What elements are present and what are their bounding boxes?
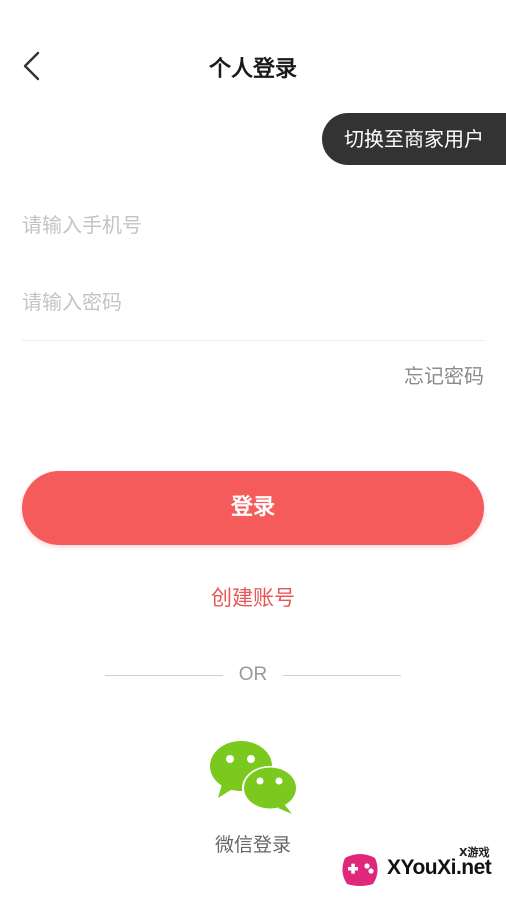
or-line-left xyxy=(105,675,223,676)
field-divider xyxy=(22,340,484,341)
watermark-logo: X游戏 XYouXi.net xyxy=(335,842,500,894)
or-label: OR xyxy=(238,664,268,685)
or-separator: OR xyxy=(0,664,506,688)
gamepad-logo-icon xyxy=(342,854,378,886)
switch-to-merchant-button[interactable]: 切换至商家用户 xyxy=(322,113,506,165)
watermark-brand-text: XYouXi.net xyxy=(387,856,492,879)
create-account-link[interactable]: 创建账号 xyxy=(0,582,506,612)
or-line-right xyxy=(283,675,401,676)
wechat-icon xyxy=(210,741,298,814)
header: 个人登录 xyxy=(0,0,506,130)
password-input[interactable] xyxy=(22,272,484,332)
wechat-login-button[interactable] xyxy=(208,738,300,816)
login-button[interactable]: 登录 xyxy=(22,471,484,545)
page-title: 个人登录 xyxy=(208,57,297,82)
forgot-password-link[interactable]: 忘记密码 xyxy=(404,360,484,389)
phone-input[interactable] xyxy=(22,195,484,255)
